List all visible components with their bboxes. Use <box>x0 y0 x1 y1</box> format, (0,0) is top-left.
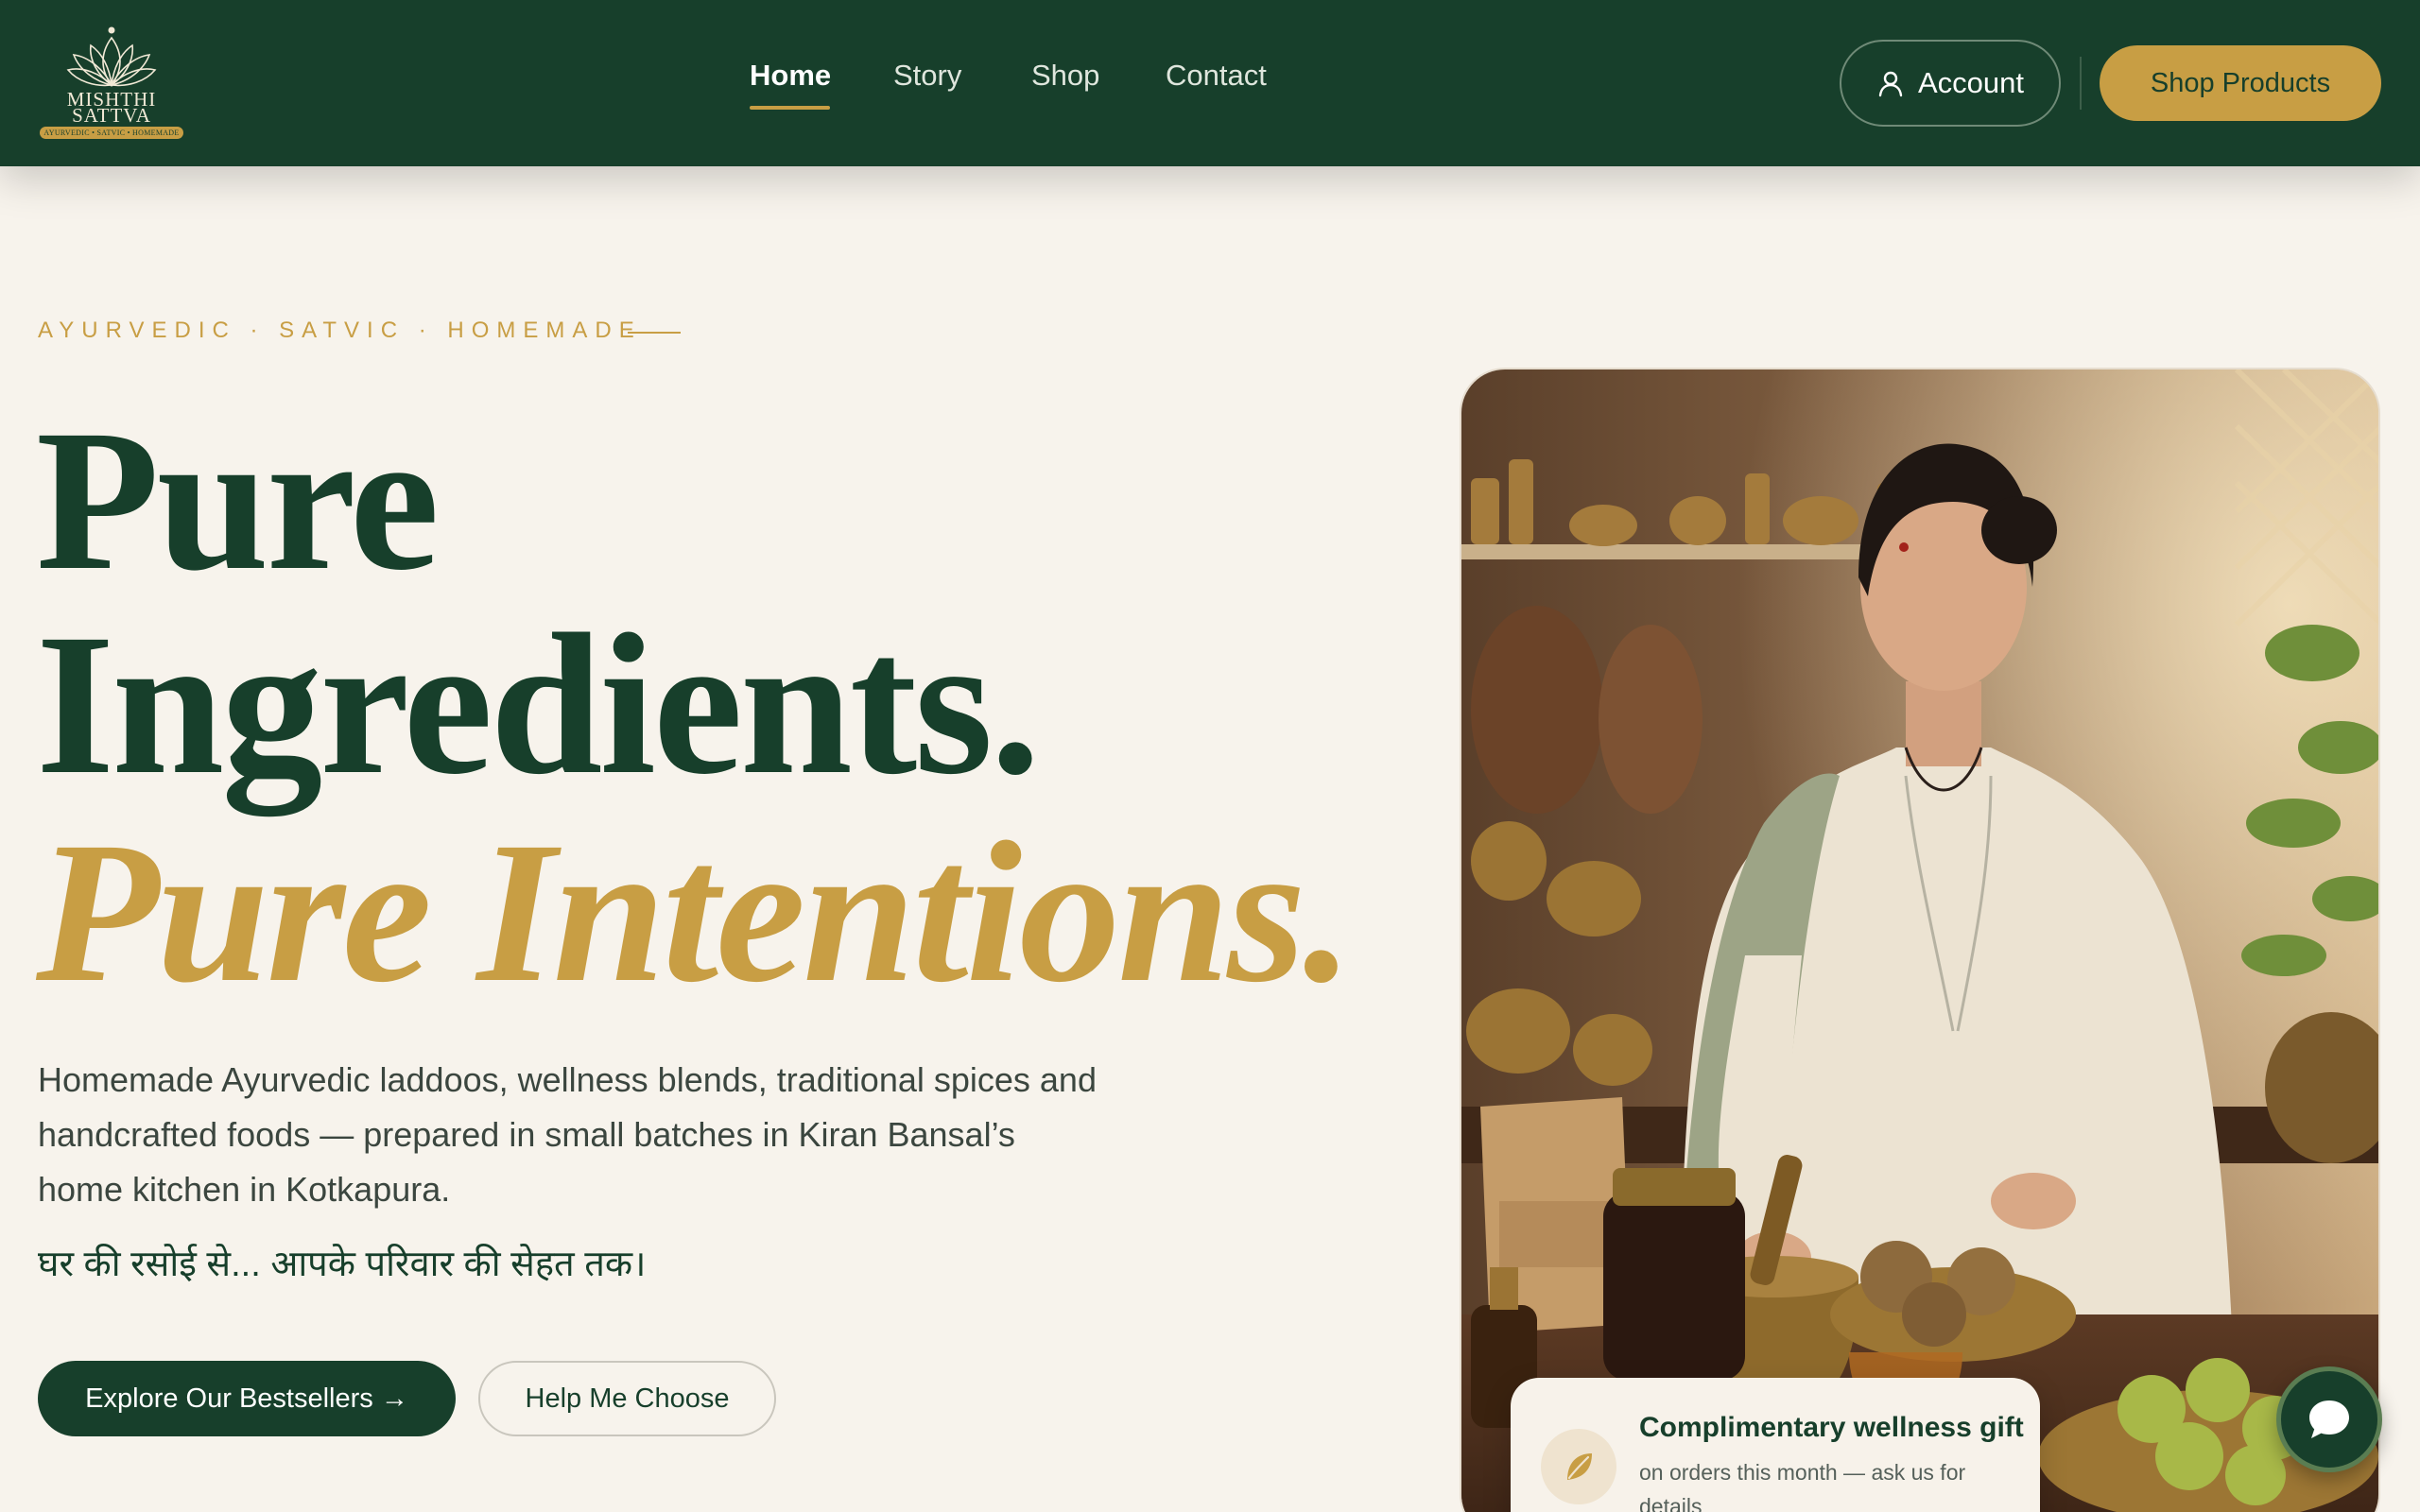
explore-bestsellers-button[interactable]: Explore Our Bestsellers → <box>38 1361 456 1436</box>
user-icon <box>1878 71 1903 97</box>
nav-contact[interactable]: Contact <box>1166 59 1267 96</box>
header-divider <box>2080 57 2082 110</box>
hero-eyebrow: AYURVEDIC · SATVIC · HOMEMADE <box>38 318 642 343</box>
hero-description: Homemade Ayurvedic laddoos, wellness ble… <box>38 1060 1097 1209</box>
headline-line-2: Ingredients. <box>36 593 1041 816</box>
eyebrow-rule <box>628 332 681 334</box>
chat-button[interactable] <box>2276 1366 2382 1472</box>
nav-active-indicator <box>750 106 830 110</box>
brand-name-line2: SATTVA <box>72 104 151 127</box>
gift-title: Complimentary wellness gift <box>1639 1412 2024 1443</box>
nav-shop[interactable]: Shop <box>1031 59 1099 96</box>
brand-logo[interactable]: MISHTHI SATTVA AYURVEDIC • SATVIC • HOME… <box>36 25 187 144</box>
brand-tagline: AYURVEDIC • SATVIC • HOMEMADE <box>40 127 183 139</box>
headline-line-1: Pure <box>36 388 440 612</box>
help-me-choose-button[interactable]: Help Me Choose <box>478 1361 776 1436</box>
chat-bubble-icon <box>2309 1400 2349 1438</box>
nav-home[interactable]: Home <box>750 59 831 96</box>
hero-image <box>1460 368 2380 1512</box>
site-header: MISHTHI SATTVA AYURVEDIC • SATVIC • HOME… <box>0 0 2420 166</box>
leaf-icon <box>1541 1429 1616 1504</box>
account-button[interactable]: Account <box>1840 40 2061 127</box>
shop-products-button[interactable]: Shop Products <box>2100 45 2381 121</box>
hindi-tagline: घर की रसोई से... आपके परिवार की सेहत तक। <box>38 1245 647 1284</box>
headline-line-3: Pure Intentions. <box>36 800 1354 1024</box>
wellness-gift-card: Complimentary wellness gift on orders th… <box>1511 1378 2040 1512</box>
account-label: Account <box>1917 66 2024 99</box>
nav-story[interactable]: Story <box>893 59 961 96</box>
gift-subtitle: on orders this month — ask us for detail… <box>1639 1460 1966 1512</box>
